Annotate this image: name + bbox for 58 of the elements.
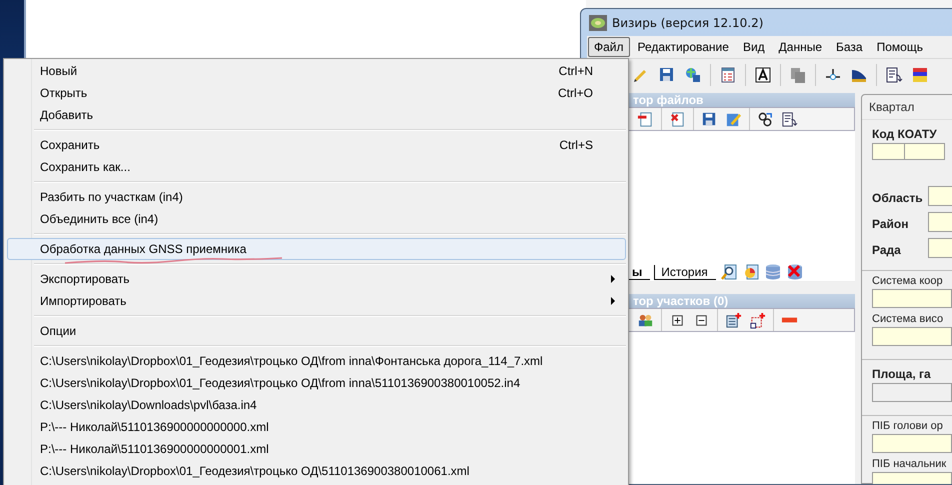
document-arrow-icon[interactable]	[781, 110, 798, 128]
floppy-icon[interactable]	[658, 66, 676, 84]
field-label: ПІБ начальник	[872, 458, 948, 470]
menu-item[interactable]: C:\Users\nikolay\Dropbox\01_Геодезия\троцько ОД\5110136900380010061.xml	[7, 460, 626, 482]
menu-item[interactable]: P:\--- Николай\5110136900000000000.xml	[7, 416, 626, 438]
input-field[interactable]	[872, 327, 952, 346]
input-field[interactable]	[872, 383, 952, 402]
menu-bar-item[interactable]: Вид	[736, 37, 771, 57]
menu-item[interactable]: Сохранить Ctrl+S	[7, 134, 626, 156]
list-plus-icon[interactable]	[725, 312, 742, 328]
menu-item[interactable]: Разбить по участкам (in4)	[7, 186, 626, 208]
menu-item[interactable]: Объединить все (in4)	[7, 208, 626, 230]
field-label: Рада	[872, 242, 902, 256]
input-field[interactable]	[928, 212, 952, 232]
field-label: Район	[872, 216, 910, 230]
menu-bar-item[interactable]: Помощь	[870, 37, 929, 57]
menu-bar-item[interactable]: Файл	[588, 37, 630, 57]
window-title: Визирь (версия 12.10.2)	[612, 16, 764, 30]
checklist-icon[interactable]	[719, 66, 737, 84]
menu-item[interactable]: Сохранить как...	[7, 156, 626, 178]
menu-item[interactable]: Добавить	[7, 104, 626, 126]
globe-floppy-icon[interactable]	[684, 66, 702, 84]
panel-title: Квартал	[862, 95, 952, 120]
menu-item[interactable]: Обработка данных GNSS приемника	[7, 238, 626, 260]
input-field[interactable]	[905, 143, 945, 160]
input-field[interactable]	[928, 238, 952, 258]
magnifier-icon[interactable]	[720, 263, 738, 281]
menu-item[interactable]: P:\--- Николай\5110136900000000001.xml	[7, 438, 626, 460]
copy-icon[interactable]	[789, 66, 807, 84]
menu-bar-item[interactable]: Редактирование	[632, 37, 735, 57]
field-label: Система висо	[872, 313, 944, 325]
field-label: Система коор	[872, 275, 944, 287]
input-field[interactable]	[928, 186, 952, 206]
menu-bar-item[interactable]: База	[830, 37, 869, 57]
field-label: ПІБ голови ор	[872, 420, 944, 432]
field-label: Площа, га	[872, 367, 932, 381]
document-arrow-icon[interactable]	[885, 66, 903, 84]
field-label: Область	[872, 190, 924, 204]
database-icon[interactable]	[764, 263, 782, 281]
input-field[interactable]	[872, 143, 905, 160]
menu-item[interactable]: C:\Users\nikolay\Downloads\pvl\база.in4	[7, 394, 626, 416]
link-icon[interactable]	[757, 110, 774, 128]
document-delete-icon[interactable]	[669, 110, 686, 128]
database-delete-icon[interactable]	[786, 263, 804, 281]
menu-item[interactable]: C:\Users\nikolay\Dropbox\01_Геодезия\троцько ОД\from inna\5110136900380010052.in4	[7, 372, 626, 394]
document-minus-icon[interactable]	[637, 110, 654, 128]
menu-bar-item[interactable]: Данные	[772, 37, 828, 57]
floppy-icon[interactable]	[701, 110, 718, 128]
input-field[interactable]	[872, 289, 952, 308]
menu-item[interactable]: Новый Ctrl+N	[7, 60, 626, 82]
menu-item[interactable]: C:\Users\nikolay\Dropbox\01_Геодезия\троцько ОД\from inna\Фонтанська дорога_114_7.xml	[7, 350, 626, 372]
menu-item[interactable]: Опции	[7, 320, 626, 342]
input-field[interactable]	[872, 434, 952, 453]
text-frame-icon[interactable]	[754, 66, 772, 84]
field-label: Код КОАТУ	[872, 127, 938, 141]
tab[interactable]: История	[654, 264, 716, 280]
app-icon	[589, 14, 607, 30]
node-plus-icon[interactable]	[749, 312, 766, 328]
